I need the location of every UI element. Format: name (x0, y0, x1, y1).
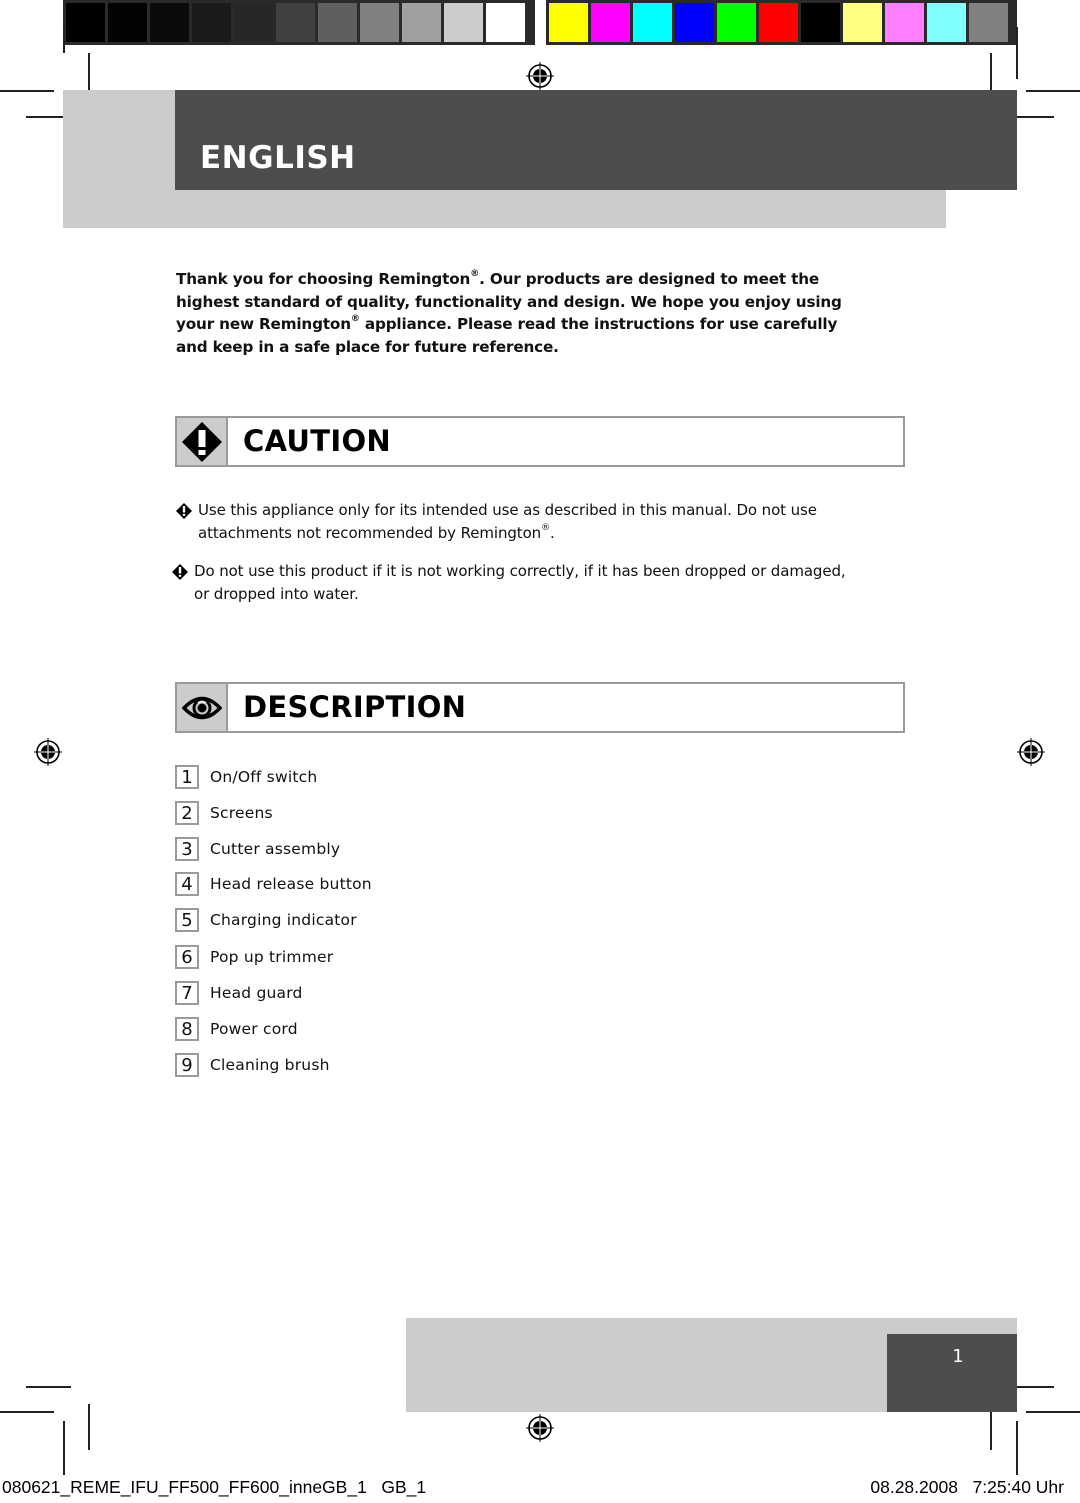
gray-swatch (192, 3, 231, 42)
item-number: 4 (175, 871, 199, 896)
item-number: 8 (175, 1016, 199, 1041)
bullet-text-cont: or dropped into water. (172, 585, 359, 603)
registered-mark: ® (350, 314, 360, 324)
bullet-text: attachments not recommended by Remington (198, 524, 542, 542)
intro-paragraph: Thank you for choosing Remington®. Our p… (176, 268, 866, 358)
color-swatch (675, 3, 714, 42)
grayscale-color-bar (63, 0, 535, 45)
gray-swatch (108, 3, 147, 42)
gray-swatch (360, 3, 399, 42)
list-item: 7 Head guard (175, 980, 303, 1005)
gray-swatch (150, 3, 189, 42)
bullet-text-cont: attachments not recommended by Remington… (176, 523, 555, 543)
item-label: Power cord (210, 1019, 298, 1038)
item-number: 6 (175, 944, 199, 969)
color-swatch (801, 3, 840, 42)
item-number: 1 (175, 764, 199, 789)
bullet-text: or dropped into water. (194, 585, 359, 603)
caution-icon-box (177, 418, 228, 465)
gray-swatch (276, 3, 315, 42)
bullet-diamond-icon (176, 503, 192, 519)
list-item: 9 Cleaning brush (175, 1052, 330, 1077)
item-label: Cleaning brush (210, 1055, 330, 1074)
registered-mark: ® (541, 523, 550, 533)
color-swatch (969, 3, 1008, 42)
description-title: DESCRIPTION (243, 690, 467, 724)
page-title: ENGLISH (200, 140, 356, 176)
print-slug-filename: 080621_REME_IFU_FF500_FF600_inneGB_1 GB_… (2, 1477, 427, 1497)
color-swatch (717, 3, 756, 42)
list-item: 3 Cutter assembly (175, 836, 340, 861)
item-label: Head guard (210, 983, 303, 1002)
bullet-text: Do not use this product if it is not wor… (194, 562, 846, 580)
list-item: 2 Screens (175, 800, 273, 825)
gray-swatch (318, 3, 357, 42)
color-swatch (759, 3, 798, 42)
gray-swatch (402, 3, 441, 42)
registration-mark-icon (34, 738, 62, 766)
registration-mark-icon (526, 62, 554, 90)
gray-swatch (486, 3, 525, 42)
list-item: 5 Charging indicator (175, 907, 357, 932)
item-label: On/Off switch (210, 767, 318, 786)
intro-text: Thank you for choosing Remington (176, 270, 471, 288)
caution-bullet: Use this appliance only for its intended… (176, 499, 856, 545)
bullet-diamond-icon (172, 564, 188, 580)
color-swatch (843, 3, 882, 42)
list-item: 6 Pop up trimmer (175, 944, 333, 969)
color-swatch (633, 3, 672, 42)
page-number: 1 (952, 1346, 964, 1367)
item-number: 7 (175, 980, 199, 1005)
color-swatch (885, 3, 924, 42)
registered-mark: ® (470, 269, 480, 279)
print-slug-timestamp: 08.28.2008 7:25:40 Uhr (870, 1477, 1064, 1497)
item-number: 9 (175, 1052, 199, 1077)
item-label: Charging indicator (210, 910, 357, 929)
caution-title: CAUTION (243, 424, 391, 458)
list-item: 8 Power cord (175, 1016, 298, 1041)
item-number: 3 (175, 836, 199, 861)
description-icon-box (177, 684, 228, 731)
list-item: 1 On/Off switch (175, 764, 317, 789)
item-label: Pop up trimmer (210, 947, 334, 966)
list-item: 4 Head release button (175, 871, 372, 896)
warning-diamond-icon (181, 421, 222, 462)
description-section-header: DESCRIPTION (175, 682, 905, 733)
item-number: 5 (175, 907, 199, 932)
registration-mark-icon (526, 1414, 554, 1442)
gray-swatch (444, 3, 483, 42)
gray-swatch (66, 3, 105, 42)
caution-bullet: Do not use this product if it is not wor… (172, 560, 882, 606)
caution-section-header: CAUTION (175, 416, 905, 467)
color-swatch (591, 3, 630, 42)
item-number: 2 (175, 800, 199, 825)
color-swatch (549, 3, 588, 42)
item-label: Screens (210, 803, 273, 822)
eye-icon (181, 696, 222, 719)
registration-mark-icon (1017, 738, 1045, 766)
bullet-text: . (549, 524, 555, 542)
gray-swatch (234, 3, 273, 42)
item-label: Cutter assembly (210, 839, 341, 858)
process-color-bar (546, 0, 1017, 45)
bullet-text: Use this appliance only for its intended… (198, 501, 817, 519)
color-swatch (927, 3, 966, 42)
item-label: Head release button (210, 874, 372, 893)
